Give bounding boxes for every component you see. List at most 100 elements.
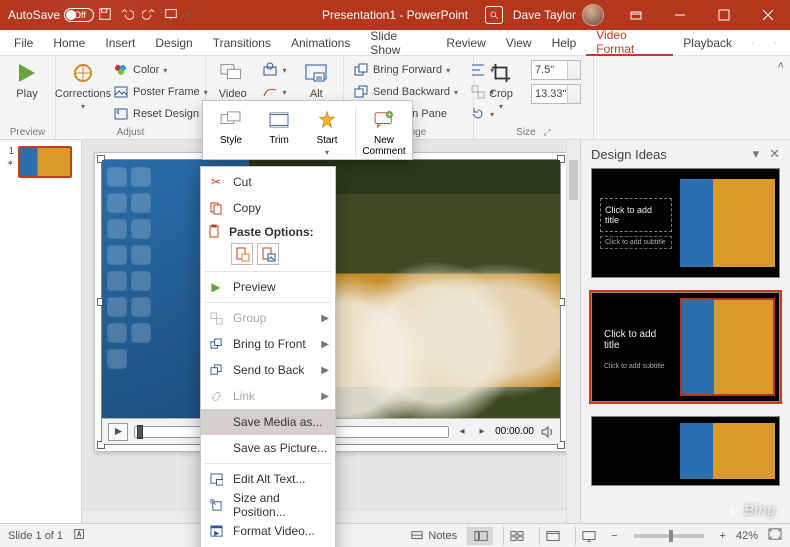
tab-help[interactable]: Help xyxy=(542,30,587,55)
group-size: Size⤢ xyxy=(480,125,587,139)
close-button[interactable] xyxy=(746,0,790,30)
tab-playback[interactable]: Playback xyxy=(673,30,742,55)
start-button[interactable]: Start▾ xyxy=(305,107,349,157)
qat-more[interactable]: ▾ xyxy=(186,11,190,20)
tab-file[interactable]: File xyxy=(4,30,43,55)
ctx-size-and-position[interactable]: Size and Position... xyxy=(201,492,335,518)
redo-icon[interactable] xyxy=(142,7,156,24)
ctx-preview[interactable]: ▶Preview xyxy=(201,274,335,300)
zoom-out-button[interactable]: − xyxy=(611,530,617,542)
reset-design-icon xyxy=(113,106,129,122)
group-adjust: Adjust xyxy=(62,125,199,139)
corrections-icon xyxy=(70,60,96,86)
notes-button[interactable]: Notes xyxy=(410,530,457,542)
ctx-bring-to-front[interactable]: Bring to Front▶ xyxy=(201,331,335,357)
ctx-format-video[interactable]: Format Video... xyxy=(201,518,335,544)
step-back-icon[interactable]: ◂ xyxy=(455,425,469,439)
pane-close-icon[interactable]: ✕ xyxy=(769,146,780,162)
tab-view[interactable]: View xyxy=(496,30,542,55)
play-icon xyxy=(14,60,40,86)
normal-view-button[interactable] xyxy=(467,527,493,545)
tell-me-search[interactable] xyxy=(485,6,503,24)
size-launcher[interactable]: ⤢ xyxy=(544,127,551,138)
zoom-slider[interactable] xyxy=(634,534,704,538)
ctx-group: Group▶ xyxy=(201,305,335,331)
tab-video-format[interactable]: Video Format xyxy=(586,30,673,56)
design-ideas-pane: Design Ideas ▾ ✕ Click to add titleClick… xyxy=(580,140,790,523)
ribbon-display-options[interactable] xyxy=(614,0,658,30)
reset-design-button[interactable]: Reset Design▾ xyxy=(110,104,211,124)
tab-insert[interactable]: Insert xyxy=(95,30,145,55)
fit-to-window-button[interactable] xyxy=(768,528,782,543)
width-input[interactable]: 13.33" xyxy=(531,84,581,104)
send-backward-button[interactable]: Send Backward▾ xyxy=(350,82,461,102)
bring-front-icon xyxy=(207,335,225,353)
ctx-cut[interactable]: ✂Cut xyxy=(201,169,335,195)
tab-slideshow[interactable]: Slide Show xyxy=(360,30,436,55)
design-idea-3[interactable] xyxy=(591,416,780,486)
design-idea-2[interactable]: Click to add titleClick to add subtitle xyxy=(591,292,780,402)
new-comment-button[interactable]: New Comment xyxy=(362,107,406,157)
pane-options-icon[interactable]: ▾ xyxy=(753,146,760,162)
bing-watermark: Bing xyxy=(727,502,776,519)
tab-design[interactable]: Design xyxy=(145,30,202,55)
ctx-save-media-as[interactable]: Save Media as... xyxy=(201,409,335,435)
autosave-toggle[interactable]: AutoSave Off xyxy=(8,8,86,22)
color-icon xyxy=(113,62,129,78)
slide-sorter-view-button[interactable] xyxy=(503,527,529,545)
poster-frame-icon xyxy=(113,84,129,100)
start-from-beginning-icon[interactable] xyxy=(164,7,178,24)
animation-indicator-icon: ✶ xyxy=(6,158,14,169)
alt-text-button[interactable]: Alt xyxy=(296,60,337,100)
collapse-ribbon-icon[interactable]: ˄ xyxy=(778,60,784,72)
paste-keep-formatting[interactable] xyxy=(231,243,253,265)
paste-picture[interactable] xyxy=(257,243,279,265)
play-button[interactable]: Play xyxy=(6,60,48,100)
save-icon[interactable] xyxy=(98,7,112,24)
color-button[interactable]: Color▾ xyxy=(110,60,211,80)
comments-button[interactable] xyxy=(764,30,786,55)
alt-text-icon xyxy=(207,470,225,488)
format-video-icon xyxy=(207,522,225,540)
tab-animations[interactable]: Animations xyxy=(281,30,360,55)
crop-button[interactable]: Crop▾ xyxy=(480,60,522,111)
poster-frame-button[interactable]: Poster Frame▾ xyxy=(110,82,211,102)
slideshow-view-button[interactable] xyxy=(575,527,601,545)
share-button[interactable] xyxy=(742,30,764,55)
send-back-icon xyxy=(207,361,225,379)
paste-icon xyxy=(207,224,221,241)
media-time: 00:00.00 xyxy=(495,426,534,437)
video-border-button[interactable]: ▾ xyxy=(259,82,289,102)
account-button[interactable]: Dave Taylor xyxy=(503,4,614,26)
spellcheck-icon[interactable] xyxy=(73,527,87,544)
canvas-scrollbar-v[interactable] xyxy=(566,140,580,523)
avatar xyxy=(582,4,604,26)
zoom-in-button[interactable]: + xyxy=(720,530,726,542)
tab-review[interactable]: Review xyxy=(436,30,495,55)
trim-button[interactable]: Trim xyxy=(257,107,301,157)
undo-icon[interactable] xyxy=(120,7,134,24)
corrections-button[interactable]: Corrections▾ xyxy=(62,60,104,111)
bring-forward-icon xyxy=(353,62,369,78)
bring-forward-button[interactable]: Bring Forward▾ xyxy=(350,60,461,80)
link-icon xyxy=(207,387,225,405)
design-idea-1[interactable]: Click to add titleClick to add subtitle xyxy=(591,168,780,278)
tab-home[interactable]: Home xyxy=(43,30,95,55)
slide-thumbnail-1[interactable]: 1 ✶ xyxy=(4,146,77,178)
volume-icon[interactable] xyxy=(540,425,554,439)
slide-thumbnail-pane[interactable]: 1 ✶ xyxy=(0,140,82,523)
height-input[interactable]: 7.5" xyxy=(531,60,581,80)
tab-transitions[interactable]: Transitions xyxy=(203,30,281,55)
maximize-button[interactable] xyxy=(702,0,746,30)
ctx-send-to-back[interactable]: Send to Back▶ xyxy=(201,357,335,383)
media-play-button[interactable] xyxy=(108,423,128,441)
ctx-copy[interactable]: Copy xyxy=(201,195,335,221)
minimize-button[interactable] xyxy=(658,0,702,30)
zoom-value[interactable]: 42% xyxy=(736,530,758,542)
ctx-edit-alt-text[interactable]: Edit Alt Text... xyxy=(201,466,335,492)
reading-view-button[interactable] xyxy=(539,527,565,545)
step-forward-icon[interactable]: ▸ xyxy=(475,425,489,439)
video-shape-button[interactable]: ▾ xyxy=(259,60,289,80)
ctx-save-as-picture[interactable]: Save as Picture... xyxy=(201,435,335,461)
video-style-gallery[interactable]: Style xyxy=(209,107,253,157)
